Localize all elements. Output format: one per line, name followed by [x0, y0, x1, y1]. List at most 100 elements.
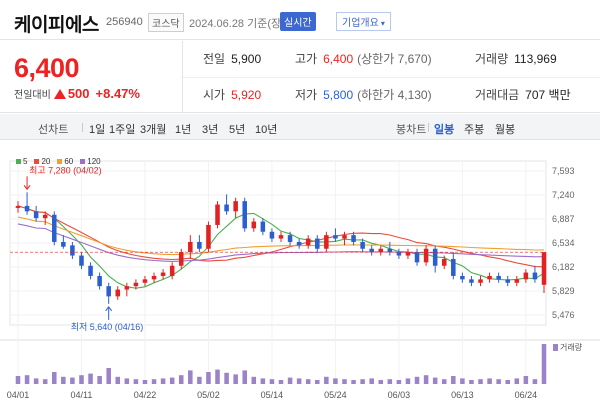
candle: [160, 272, 166, 276]
candle: [432, 248, 438, 266]
y-tick-label: 7,593: [552, 166, 575, 176]
volume-bar: [106, 368, 111, 384]
legend-item: 20: [34, 157, 50, 166]
low-value: 5,800: [323, 88, 354, 102]
volume-bar: [315, 380, 320, 384]
line-chart-label: 선차트: [38, 124, 69, 136]
market-badge: 코스닥: [148, 13, 184, 32]
volume-bar: [441, 379, 447, 384]
candle: [251, 221, 257, 229]
volume-bar: [396, 380, 402, 384]
volume-bar: [305, 379, 311, 384]
high-cell: 고가 6,400 (상한가 7,670): [295, 41, 432, 77]
y-tick-label: 6,182: [552, 262, 575, 272]
candle: [441, 258, 447, 266]
volume-bar: [70, 377, 75, 384]
candle: [478, 279, 483, 283]
period-3y[interactable]: 3년: [202, 121, 218, 137]
min-annotation: 최저 5,640 (04/16): [71, 322, 144, 332]
volume-bar: [414, 376, 420, 384]
candle: [523, 272, 529, 280]
candle-daily[interactable]: 일봉: [434, 121, 454, 137]
volume-bar: [15, 376, 21, 384]
legend-swatch: [16, 159, 21, 164]
legend-swatch: [57, 159, 63, 164]
open-value: 5,920: [231, 88, 262, 102]
candle: [178, 252, 184, 266]
high-label: 고가: [295, 52, 318, 66]
high-value: 6,400: [323, 52, 354, 66]
volume-swatch: [553, 344, 558, 351]
volume-bar: [88, 373, 93, 384]
candle-monthly[interactable]: 월봉: [495, 121, 515, 137]
ma-legend: 5 20 60 120: [16, 157, 108, 166]
volume-bar: [541, 344, 547, 384]
max-annotation: 최고 7,280 (04/02): [29, 165, 102, 175]
volume-label: 거래량: [475, 52, 509, 66]
candle: [396, 252, 402, 256]
period-3m[interactable]: 3개월: [140, 121, 166, 137]
candle: [405, 252, 411, 256]
period-1y[interactable]: 1년: [175, 121, 191, 137]
legend-label: 120: [87, 157, 101, 166]
volume-bar: [142, 380, 148, 384]
volume-bar: [469, 380, 474, 384]
volume-bar: [115, 376, 121, 384]
company-overview-button[interactable]: 기업개요 ▾: [336, 12, 391, 31]
candle: [333, 235, 338, 239]
candle: [52, 214, 57, 242]
candle: [305, 238, 311, 246]
legend-swatch: [34, 159, 40, 164]
candle: [33, 211, 39, 219]
legend-item: 120: [80, 157, 101, 166]
up-triangle-icon: [53, 89, 66, 99]
stock-header: 케이피에스 256940 코스닥 2024.06.28 기준(장마감) 실시간 …: [0, 0, 600, 40]
candle: [151, 275, 157, 280]
change-amount: 500: [67, 86, 90, 101]
amount-cell: 거래대금 707 백만: [475, 77, 571, 113]
volume-bar: [287, 377, 293, 384]
period-1d[interactable]: 1일: [89, 121, 105, 137]
realtime-button[interactable]: 실시간: [280, 12, 316, 31]
candle: [287, 235, 293, 242]
divider: [428, 123, 429, 132]
change-percent: +8.47%: [95, 86, 140, 101]
candle: [460, 275, 465, 280]
candle: [541, 252, 547, 285]
candle: [15, 205, 21, 208]
volume-bar: [523, 376, 529, 384]
volume-bar: [296, 378, 302, 384]
candle: [233, 201, 238, 212]
chevron-down-icon: ▾: [380, 19, 385, 28]
candle: [124, 286, 130, 290]
volume-bar: [224, 372, 229, 384]
volume-bar: [460, 378, 465, 384]
volume-bar: [251, 376, 257, 384]
candle: [79, 255, 84, 266]
volume-value: 113,969: [514, 52, 557, 66]
period-5y[interactable]: 5년: [229, 121, 245, 137]
period-10y[interactable]: 10년: [255, 121, 277, 137]
candle-weekly[interactable]: 주봉: [464, 121, 484, 137]
candle: [97, 275, 102, 287]
x-tick-label: 04/22: [134, 390, 157, 400]
candle: [224, 204, 229, 212]
legend-label: 5: [23, 157, 28, 166]
volume-bar: [42, 379, 48, 384]
candle: [278, 235, 284, 239]
volume-bar: [451, 376, 456, 384]
current-price: 6,400: [14, 53, 80, 83]
y-tick-label: 5,476: [552, 310, 575, 320]
price-chart: 7,593 7,240 6,887 6,534 6,182 5,829 5,476 04/01…: [0, 141, 600, 411]
candle: [42, 214, 48, 219]
volume-bar: [278, 380, 284, 384]
x-tick-label: 04/11: [71, 390, 93, 400]
volume-bar: [97, 376, 102, 384]
volume-bar: [351, 380, 356, 384]
candle: [70, 245, 75, 256]
quote-grid: 전일 5,900 고가 6,400 (상한가 7,670) 거래량 113,969 시가…: [182, 41, 600, 113]
stock-code: 256940: [106, 16, 143, 28]
period-1w[interactable]: 1주일: [109, 121, 135, 137]
volume-bar: [324, 376, 329, 384]
volume-bar: [387, 379, 393, 384]
